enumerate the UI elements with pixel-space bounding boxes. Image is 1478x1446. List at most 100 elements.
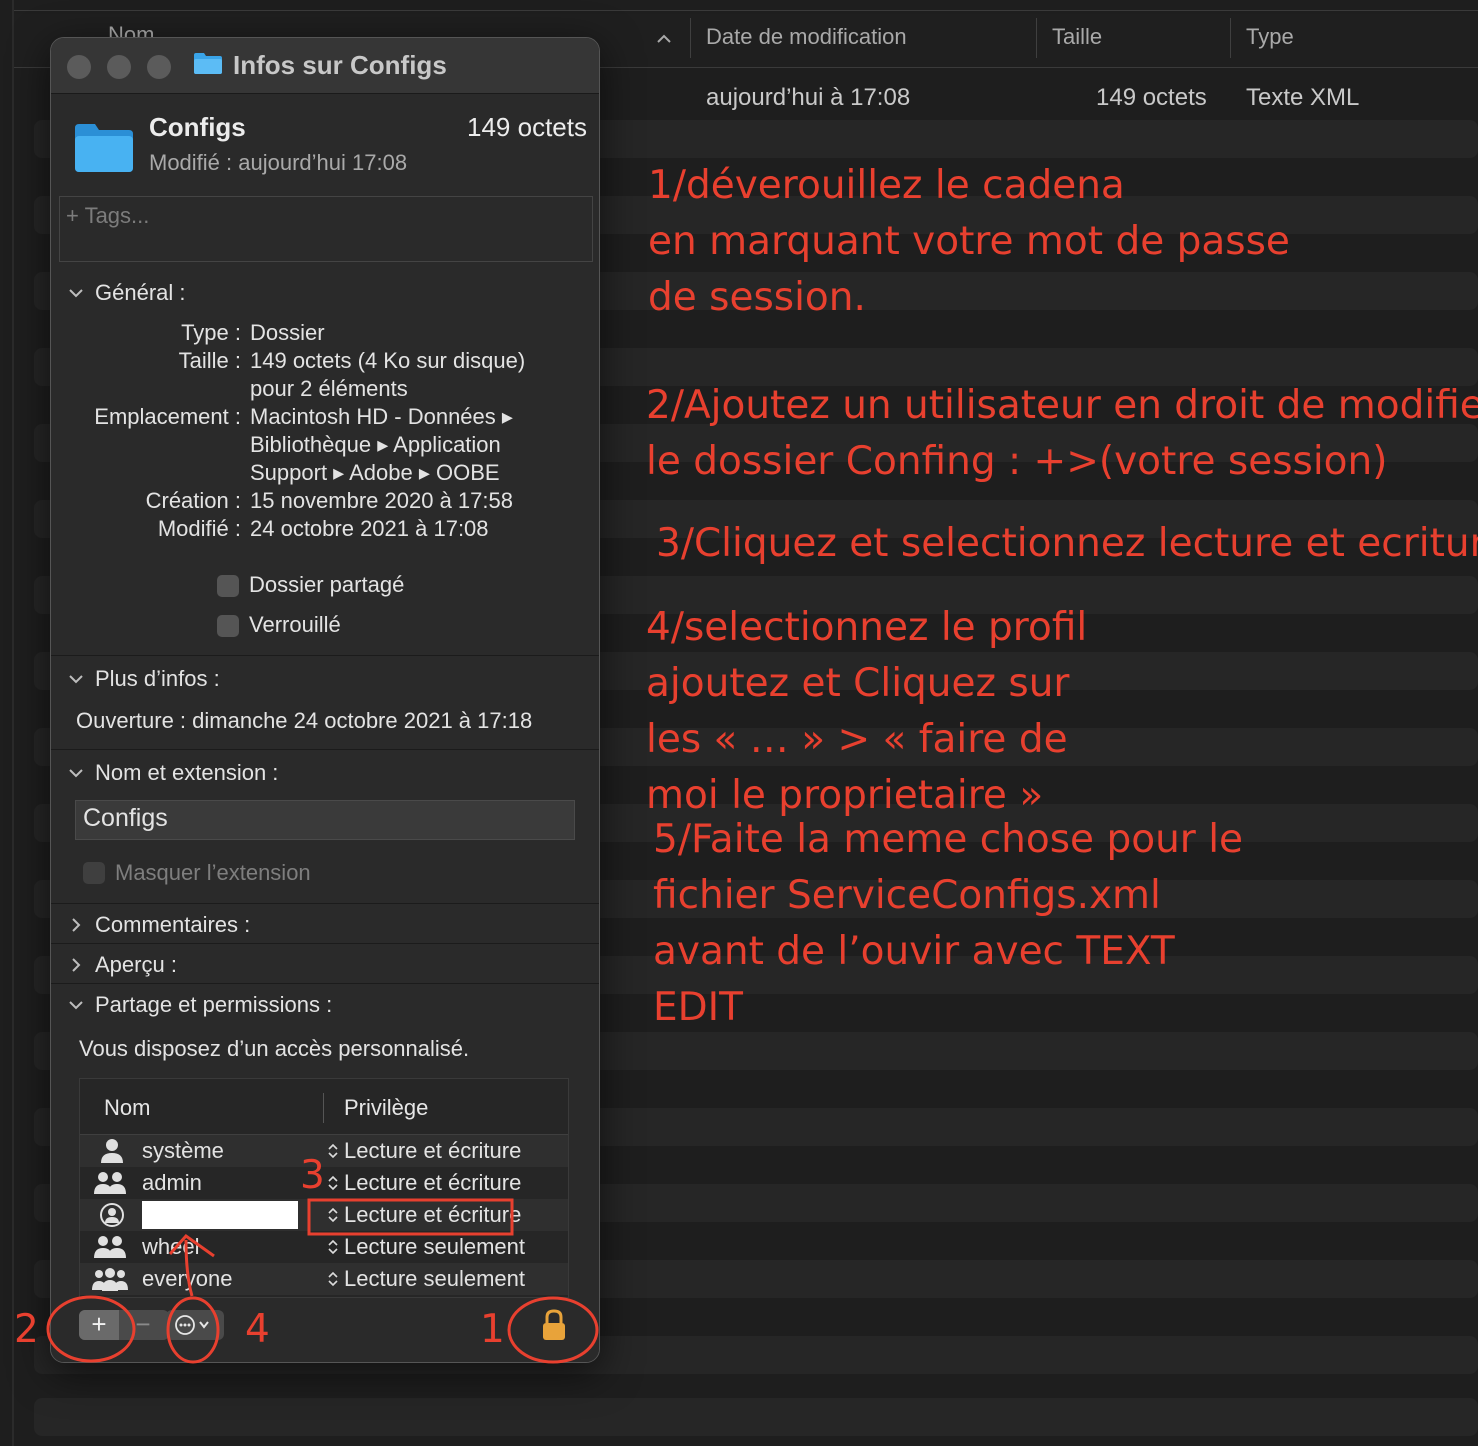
- col-name-header[interactable]: Nom: [104, 1095, 150, 1121]
- hide-extension-label: Masquer l’extension: [115, 860, 311, 885]
- table-row[interactable]: wheel Lecture seulement: [80, 1231, 568, 1263]
- sharing-disclosure[interactable]: Partage et permissions :: [69, 992, 332, 1018]
- privilege-popup[interactable]: Lecture et écriture: [327, 1202, 521, 1228]
- action-menu-button[interactable]: [166, 1310, 224, 1340]
- column-separator: [323, 1093, 324, 1123]
- add-remove-group: + −: [79, 1310, 169, 1340]
- section-preview: Aperçu :: [51, 944, 599, 984]
- finder-topline: [14, 10, 1478, 11]
- general-disclosure[interactable]: Général :: [69, 280, 186, 306]
- general-value: pour 2 éléments: [250, 376, 408, 401]
- folder-icon: [194, 53, 222, 74]
- general-key: Type :: [181, 320, 241, 345]
- zoom-button[interactable]: [147, 55, 171, 79]
- sort-up-chevron-icon[interactable]: [655, 30, 673, 48]
- privilege-popup[interactable]: Lecture et écriture: [327, 1138, 521, 1164]
- updown-arrows-icon: [328, 1175, 338, 1191]
- chevron-down-icon: [69, 289, 83, 298]
- tags-field[interactable]: + Tags...: [59, 196, 593, 262]
- ellipsis-circle-icon: [175, 1315, 209, 1335]
- annotation-step4: 4/selectionnez le profil ajoutez et Cliqu…: [646, 605, 1088, 818]
- redacted-user-name: [142, 1201, 298, 1229]
- user-icon: [101, 1139, 123, 1163]
- opening-date: Ouverture : dimanche 24 octobre 2021 à 1…: [76, 708, 533, 733]
- chevron-down-icon: [69, 769, 83, 778]
- section-comments: Commentaires :: [51, 904, 599, 944]
- add-user-button[interactable]: +: [79, 1310, 119, 1340]
- user-name: admin: [142, 1170, 202, 1195]
- col-privilege-header[interactable]: Privilège: [344, 1095, 428, 1121]
- privilege-popup[interactable]: Lecture seulement: [327, 1234, 525, 1260]
- user-name: everyone: [142, 1266, 233, 1291]
- column-separator: [1036, 18, 1037, 58]
- more-info-disclosure[interactable]: Plus d’infos :: [69, 666, 220, 692]
- list-stripe: [34, 1398, 1478, 1436]
- updown-arrows-icon: [328, 1207, 338, 1223]
- section-name-extension: Nom et extension : Configs Masquer l’ext…: [51, 750, 599, 904]
- row-size: 149 octets: [1096, 84, 1207, 111]
- column-size[interactable]: Taille: [1052, 24, 1102, 50]
- preview-disclosure[interactable]: Aperçu :: [69, 952, 177, 978]
- annotation-step2: 2/Ajoutez un utilisateur en droit de mod…: [646, 383, 1478, 484]
- finder-left-edge: [12, 0, 14, 1446]
- shared-folder-label: Dossier partagé: [249, 572, 405, 597]
- user-circle-icon: [100, 1203, 124, 1227]
- general-key: Création :: [145, 488, 241, 513]
- general-key: Modifié :: [157, 516, 241, 541]
- shared-folder-checkbox[interactable]: [217, 575, 239, 597]
- chevron-right-icon: [72, 958, 81, 972]
- comments-disclosure[interactable]: Commentaires :: [69, 912, 250, 938]
- minimize-button[interactable]: [107, 55, 131, 79]
- name-extension-disclosure[interactable]: Nom et extension :: [69, 760, 278, 786]
- updown-arrows-icon: [328, 1271, 338, 1287]
- group-icon: [94, 1172, 126, 1194]
- item-name: Configs: [149, 112, 246, 142]
- marker-4: 4: [245, 1307, 270, 1352]
- column-separator: [1230, 18, 1231, 58]
- close-button[interactable]: [67, 55, 91, 79]
- marker-2: 2: [14, 1307, 39, 1352]
- table-row[interactable]: everyone Lecture seulement: [80, 1263, 568, 1295]
- general-key: Taille :: [178, 348, 241, 373]
- updown-arrows-icon: [328, 1239, 338, 1255]
- privilege-popup[interactable]: Lecture seulement: [327, 1266, 525, 1292]
- lock-icon[interactable]: [539, 1308, 569, 1342]
- general-value: 15 novembre 2020 à 17:58: [250, 488, 513, 513]
- column-date[interactable]: Date de modification: [706, 24, 907, 50]
- marker-3: 3: [300, 1153, 325, 1198]
- user-name: système: [142, 1138, 224, 1163]
- annotation-step1: 1/déverouillez le cadena en marquant votr…: [648, 163, 1290, 320]
- row-type: Texte XML: [1246, 84, 1360, 111]
- info-window: Infos sur Configs Configs 149 octets Mod…: [50, 37, 600, 1363]
- item-size: 149 octets: [467, 112, 587, 142]
- locked-checkbox[interactable]: [217, 615, 239, 637]
- general-value: 149 octets (4 Ko sur disque): [250, 348, 526, 373]
- marker-1: 1: [480, 1307, 505, 1352]
- general-value: Support ▸ Adobe ▸ OOBE: [250, 460, 500, 485]
- section-more-info: Plus d’infos : Ouverture : dimanche 24 o…: [51, 656, 599, 750]
- locked-label: Verrouillé: [249, 612, 341, 637]
- general-value: Bibliothèque ▸ Application: [250, 432, 501, 457]
- column-type[interactable]: Type: [1246, 24, 1294, 50]
- chevron-down-icon: [69, 1001, 83, 1010]
- general-key: Emplacement :: [94, 404, 241, 429]
- chevron-down-icon: [69, 675, 83, 684]
- general-value: 24 octobre 2021 à 17:08: [250, 516, 489, 541]
- hide-extension-checkbox[interactable]: [83, 862, 105, 884]
- permissions-header: Nom Privilège: [80, 1079, 568, 1135]
- title-bar[interactable]: Infos sur Configs: [51, 38, 599, 94]
- access-note: Vous disposez d’un accès personnalisé.: [79, 1036, 470, 1061]
- remove-user-button[interactable]: −: [123, 1310, 163, 1340]
- window-title: Infos sur Configs: [233, 50, 447, 80]
- privilege-popup[interactable]: Lecture et écriture: [327, 1170, 521, 1196]
- user-name: wheel: [142, 1234, 200, 1259]
- general-value: Dossier: [250, 320, 325, 345]
- column-separator: [690, 18, 691, 58]
- section-general: Général : Type : Dossier Taille : 149 oc…: [51, 270, 599, 656]
- name-input[interactable]: Configs: [75, 800, 575, 840]
- folder-large-icon: [75, 124, 133, 172]
- row-date: aujourd’hui à 17:08: [706, 84, 911, 111]
- general-value: Macintosh HD - Données ▸: [250, 404, 513, 429]
- everyone-icon: [92, 1268, 128, 1291]
- updown-arrows-icon: [328, 1143, 338, 1159]
